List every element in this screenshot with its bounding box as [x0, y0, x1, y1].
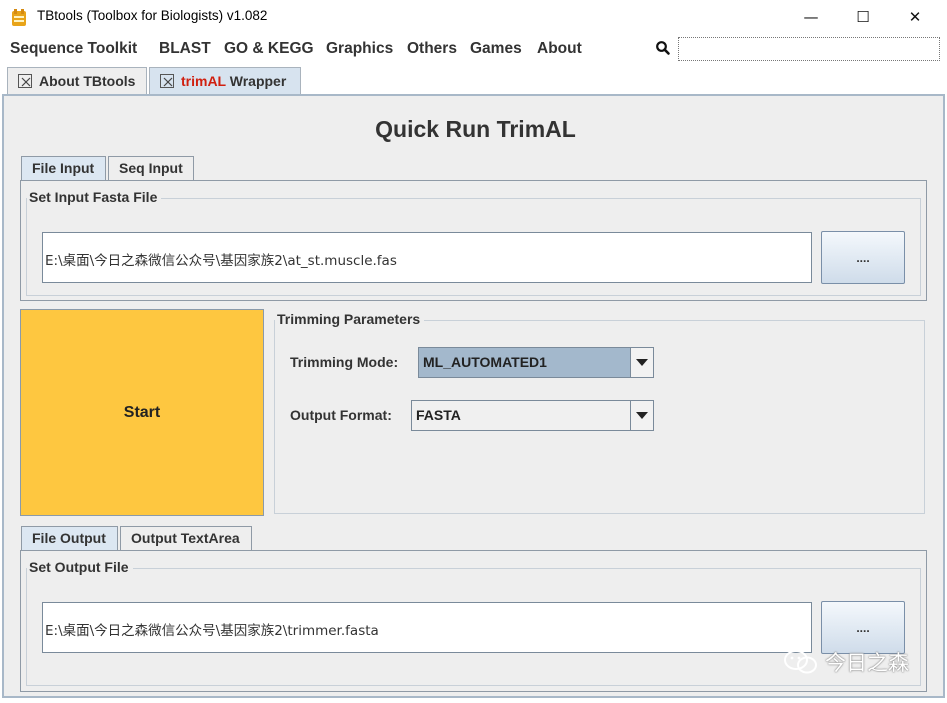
close-window-button[interactable]: ✕: [889, 0, 941, 34]
search-input[interactable]: [678, 37, 940, 61]
title-bar: TBtools (Toolbox for Biologists) v1.082 …: [0, 0, 947, 34]
tab-label: trimAL Wrapper: [181, 73, 287, 89]
menu-others[interactable]: Others: [407, 40, 457, 58]
close-icon[interactable]: [160, 74, 174, 88]
tab-output-textarea[interactable]: Output TextArea: [120, 526, 252, 550]
menu-go-kegg[interactable]: GO & KEGG: [224, 40, 314, 58]
watermark-text: 今日之森: [825, 651, 909, 675]
chevron-down-icon[interactable]: [630, 348, 653, 377]
menu-games[interactable]: Games: [470, 40, 522, 58]
trimming-parameters-title: Trimming Parameters: [275, 311, 425, 327]
tab-about-tbtools[interactable]: About TBtools: [7, 67, 147, 94]
trimming-mode-label: Trimming Mode:: [290, 354, 399, 370]
start-button[interactable]: Start: [20, 309, 264, 516]
trimal-wrapper-panel: Quick Run TrimAL File Input Seq Input Se…: [2, 94, 945, 698]
menu-about[interactable]: About: [537, 40, 582, 58]
search-icon[interactable]: [655, 40, 671, 56]
tab-label: About TBtools: [39, 73, 136, 89]
input-file-path-field[interactable]: E:\桌面\今日之森微信公众号\基因家族2\at_st.muscle.fas: [42, 232, 812, 283]
menu-sequence-toolkit[interactable]: Sequence Toolkit: [10, 40, 137, 58]
tab-trimal-wrapper[interactable]: trimAL Wrapper: [149, 67, 301, 95]
menu-blast[interactable]: BLAST: [159, 40, 211, 58]
app-logo-icon: [12, 9, 26, 26]
file-input-panel: Set Input Fasta File E:\桌面\今日之森微信公众号\基因家…: [20, 180, 927, 301]
trimming-mode-value: ML_AUTOMATED1: [419, 348, 630, 377]
output-format-value: FASTA: [416, 407, 461, 423]
minimize-button[interactable]: —: [785, 0, 837, 34]
maximize-button[interactable]: ☐: [837, 0, 889, 34]
trimming-mode-select[interactable]: ML_AUTOMATED1: [418, 347, 654, 378]
tab-file-input[interactable]: File Input: [21, 156, 106, 180]
tab-file-output[interactable]: File Output: [21, 526, 118, 550]
page-title: Quick Run TrimAL: [375, 116, 576, 142]
output-file-path-field[interactable]: E:\桌面\今日之森微信公众号\基因家族2\trimmer.fasta: [42, 602, 812, 653]
wechat-icon: [784, 650, 817, 674]
chevron-down-icon[interactable]: [630, 401, 653, 430]
menu-graphics[interactable]: Graphics: [326, 40, 393, 58]
input-fasta-group-title: Set Input Fasta File: [27, 189, 162, 205]
close-icon[interactable]: [18, 74, 32, 88]
window-title: TBtools (Toolbox for Biologists) v1.082: [37, 8, 268, 23]
watermark: 今日之森: [783, 647, 909, 677]
output-format-label: Output Format:: [290, 407, 392, 423]
output-format-select[interactable]: FASTA: [411, 400, 654, 431]
output-file-group-title: Set Output File: [27, 559, 133, 575]
tab-seq-input[interactable]: Seq Input: [108, 156, 194, 180]
browse-input-button[interactable]: ....: [821, 231, 905, 284]
